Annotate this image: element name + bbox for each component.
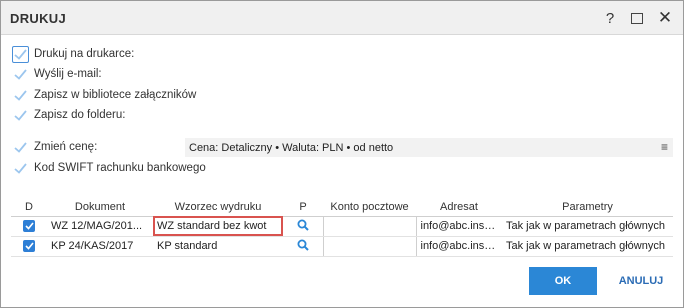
column-header-adresat[interactable]: Adresat [416, 198, 502, 217]
documents-table: D Dokument Wzorzec wydruku P Konto poczt… [11, 198, 673, 257]
close-button[interactable]: ✕ [654, 7, 676, 29]
option-drukuj-na-drukarce[interactable]: Drukuj na drukarce: [12, 45, 134, 63]
search-icon[interactable] [287, 219, 319, 231]
column-header-dokument[interactable]: Dokument [47, 198, 153, 217]
checkmark-icon [14, 141, 27, 153]
cancel-button[interactable]: ANULUJ [609, 267, 673, 295]
option-wyslij-email[interactable]: Wyślij e-mail: [12, 65, 102, 83]
preview-cell[interactable] [283, 216, 323, 237]
checkmark-icon [14, 68, 27, 80]
print-dialog: DRUKUJ ? ✕ Drukuj na drukarce: Wyślij e-… [0, 0, 684, 308]
mail-account-cell[interactable] [322, 216, 417, 237]
parameters-cell[interactable]: Tak jak w parametrach głównych [502, 236, 673, 257]
checkmark-icon [14, 109, 27, 121]
checkmark-icon [14, 48, 27, 60]
recipient-cell[interactable]: info@abc.insert... [416, 216, 502, 237]
row-checkbox[interactable] [23, 239, 35, 252]
option-label: Drukuj na drukarce: [34, 48, 135, 60]
checkmark-icon [24, 221, 34, 230]
table-row[interactable]: WZ 12/MAG/201... WZ standard bez kwot in… [11, 216, 673, 237]
checkbox-library[interactable] [12, 87, 29, 104]
ok-button[interactable]: OK [529, 267, 597, 295]
checkbox-email[interactable] [12, 66, 29, 83]
document-cell: WZ 12/MAG/201... [47, 216, 153, 237]
checkbox-change-price[interactable] [12, 139, 29, 156]
column-header-parametry[interactable]: Parametry [502, 198, 673, 217]
option-label: Zapisz do folderu: [34, 109, 126, 121]
table-row[interactable]: KP 24/KAS/2017 KP standard info@abc.inse… [11, 236, 673, 257]
column-header-p[interactable]: P [283, 198, 323, 217]
column-header-d[interactable]: D [11, 198, 47, 217]
search-icon[interactable] [287, 239, 319, 251]
price-settings-value: Cena: Detaliczny • Waluta: PLN • od nett… [189, 141, 394, 154]
mail-account-cell[interactable] [322, 236, 417, 257]
parameters-cell[interactable]: Tak jak w parametrach głównych [502, 216, 673, 237]
recipient-cell[interactable]: info@abc.insert... [416, 236, 502, 257]
help-button[interactable]: ? [599, 7, 621, 29]
option-zmien-cene[interactable]: Zmień cenę: [12, 138, 97, 156]
dialog-title: DRUKUJ [10, 11, 66, 26]
checkbox-swift[interactable] [12, 160, 29, 177]
column-header-wzorzec[interactable]: Wzorzec wydruku [153, 198, 283, 217]
option-label: Zmień cenę: [34, 141, 98, 153]
checkbox-folder[interactable] [12, 107, 29, 124]
title-bar: DRUKUJ ? ✕ [1, 1, 683, 35]
template-cell[interactable]: KP standard [153, 236, 283, 257]
template-cell[interactable]: WZ standard bez kwot [153, 216, 283, 237]
checkmark-icon [14, 89, 27, 101]
option-label: Wyślij e-mail: [34, 68, 102, 80]
checkmark-icon [24, 241, 34, 250]
option-kod-swift[interactable]: Kod SWIFT rachunku bankowego [12, 159, 206, 177]
row-checkbox[interactable] [23, 219, 35, 232]
column-header-konto[interactable]: Konto pocztowe [323, 198, 416, 217]
menu-icon[interactable]: ≡ [661, 140, 668, 154]
preview-cell[interactable] [283, 236, 323, 257]
document-cell: KP 24/KAS/2017 [47, 236, 153, 257]
option-label: Zapisz w bibliotece załączników [34, 89, 197, 101]
row-checkbox-cell[interactable] [11, 216, 47, 237]
checkbox-print[interactable] [12, 45, 29, 63]
table-header-row: D Dokument Wzorzec wydruku P Konto poczt… [11, 198, 673, 217]
row-checkbox-cell[interactable] [11, 236, 47, 257]
option-zapisz-w-bibliotece[interactable]: Zapisz w bibliotece załączników [12, 86, 196, 104]
maximize-button[interactable] [626, 7, 648, 29]
checkmark-icon [14, 162, 27, 174]
maximize-icon [631, 12, 643, 24]
option-zapisz-do-folderu[interactable]: Zapisz do folderu: [12, 106, 125, 124]
price-settings-field[interactable]: Cena: Detaliczny • Waluta: PLN • od nett… [185, 138, 673, 157]
option-label: Kod SWIFT rachunku bankowego [34, 162, 206, 174]
